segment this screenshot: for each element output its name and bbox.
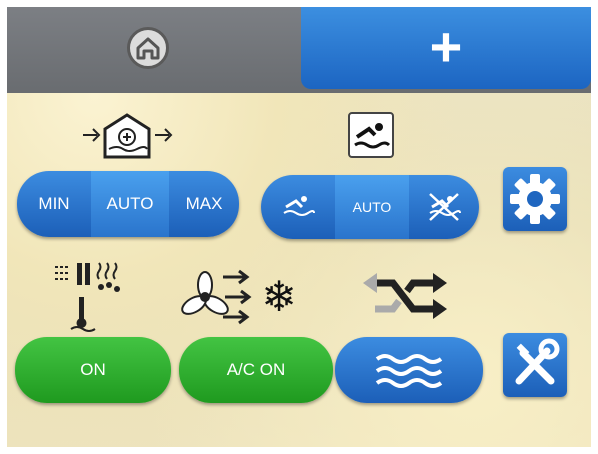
vent-max-button[interactable]: MAX	[169, 171, 239, 237]
screen: + MIN AUTO MAX AUTO ❄ ON A/C ON	[7, 7, 591, 447]
svg-text:❄: ❄	[261, 272, 296, 321]
vent-auto-button[interactable]: AUTO	[91, 171, 169, 237]
tab-home[interactable]	[7, 7, 297, 93]
pool-noswim-button[interactable]	[409, 175, 479, 239]
waves-icon	[375, 354, 443, 388]
pool-mode-selector: AUTO	[261, 175, 479, 239]
home-icon	[136, 37, 160, 60]
swimmer-icon	[348, 112, 394, 158]
add-label: +	[429, 15, 463, 78]
tools-icon	[515, 338, 560, 385]
gear-icon	[510, 174, 560, 224]
no-swim-icon	[429, 193, 461, 221]
dehum-on-button[interactable]: ON	[15, 337, 171, 403]
fan-snowflake-icon: ❄	[181, 269, 297, 325]
dehum-on-label-wrap: ON	[15, 337, 171, 403]
vent-mode-selector: MIN AUTO MAX	[17, 171, 239, 237]
vent-min-button[interactable]: MIN	[17, 171, 91, 237]
tab-add[interactable]: +	[301, 7, 591, 89]
pool-auto-button[interactable]: AUTO	[335, 175, 409, 239]
ac-on-button[interactable]: A/C ON	[179, 337, 333, 403]
dehum-on-label: ON	[80, 360, 106, 379]
tools-button[interactable]	[503, 333, 567, 397]
heater-drops-icon	[55, 262, 120, 332]
swim-icon	[283, 196, 315, 216]
ac-on-label-wrap: A/C ON	[179, 337, 333, 403]
crossing-arrows-icon	[363, 273, 447, 319]
ac-on-label: A/C ON	[226, 360, 286, 379]
home-button[interactable]	[127, 27, 169, 69]
house-fan-icon	[83, 113, 173, 159]
pool-swim-button[interactable]	[261, 175, 335, 239]
settings-button[interactable]	[503, 167, 567, 231]
waves-button[interactable]	[335, 337, 483, 403]
